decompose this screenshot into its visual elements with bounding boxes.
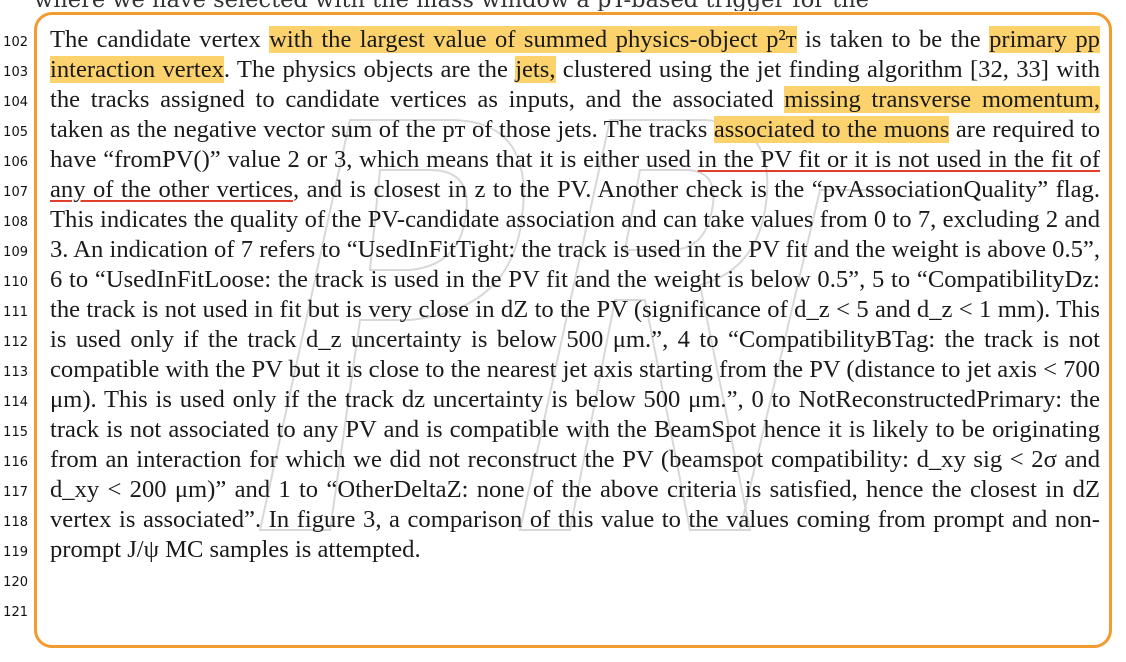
line-number: 116 (3, 455, 28, 470)
text-run: is taken to be the (796, 26, 990, 53)
line-number: 109 (3, 245, 28, 260)
text-run: The candidate vertex (50, 26, 270, 53)
line-number: 108 (3, 215, 28, 230)
line-number: 110 (3, 275, 28, 290)
line-number: 113 (3, 365, 28, 380)
line-number: 105 (3, 125, 28, 140)
line-number: 120 (3, 575, 28, 590)
line-number: 102 (3, 35, 28, 50)
line-number: 115 (3, 425, 28, 440)
line-number: 112 (3, 335, 28, 350)
highlight: jets, (515, 56, 556, 83)
line-number: 118 (3, 515, 28, 530)
line-number: 119 (3, 545, 28, 560)
highlight: missing transverse momentum, (784, 86, 1100, 113)
body-paragraph: The candidate vertex with the largest va… (50, 25, 1100, 565)
text-run: , and is closest in z to the PV. Another… (50, 176, 1100, 563)
top-partial-line: where we have selected with the mass win… (34, 0, 1114, 11)
line-number: 107 (3, 185, 28, 200)
line-number: 117 (3, 485, 28, 500)
highlight: associated to the muons (713, 116, 950, 143)
line-number: 103 (3, 65, 28, 80)
line-number-gutter: 102 103 104 105 106 107 108 109 110 111 … (0, 28, 30, 628)
highlight: with the largest value of summed physics… (269, 26, 797, 53)
line-number: 121 (3, 605, 28, 620)
line-number: 114 (3, 395, 28, 410)
text-run: . The physics objects are the (223, 56, 516, 83)
line-number: 106 (3, 155, 28, 170)
line-number: 104 (3, 95, 28, 110)
text-run: taken as the negative vector sum of the … (50, 116, 714, 143)
line-number: 111 (3, 305, 28, 320)
